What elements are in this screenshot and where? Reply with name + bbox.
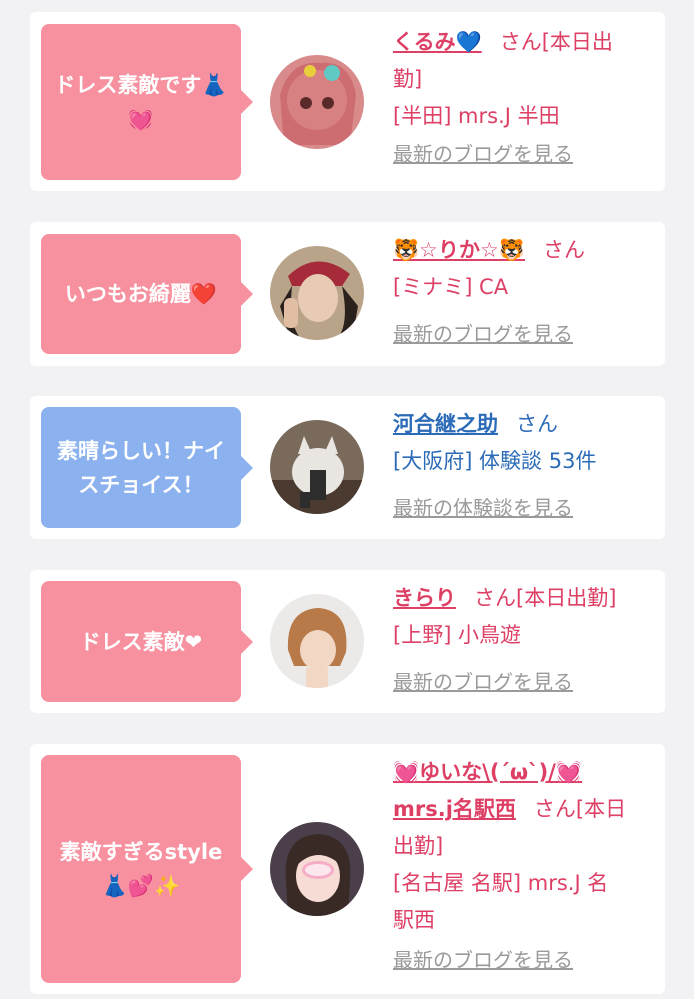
latest-blog-link[interactable]: 最新のブログを見る (393, 136, 657, 173)
avatar[interactable] (270, 420, 364, 514)
avatar[interactable] (270, 594, 364, 688)
shop-area: [名古屋 名駅] mrs.J 名 (393, 871, 609, 895)
name-suffix: さん[本日出 (499, 30, 613, 54)
avatar[interactable] (270, 246, 364, 340)
info-panel: 河合継之助 さん [大阪府] 体験談 53件 最新の体験談を見る (393, 406, 657, 527)
latest-blog-link[interactable]: 最新のブログを見る (393, 316, 657, 353)
comment-bubble: ドレス素敵❤ (41, 581, 253, 702)
girl-name-link[interactable]: 🐯☆りか☆🐯 (393, 238, 525, 262)
info-panel: くるみ💙 さん[本日出 勤] [半田] mrs.J 半田 最新のブログを見る (393, 24, 657, 173)
avatar-image (270, 822, 364, 916)
comment-text: 素晴らしい！ナイスチョイス！ (57, 438, 225, 497)
name-suffix: さん (516, 412, 558, 436)
comment-bubble: いつもお綺麗❤️ (41, 234, 253, 354)
latest-blog-link[interactable]: 最新のブログを見る (393, 942, 657, 979)
name-suffix-cont: 勤] (393, 67, 423, 91)
info-panel: 🐯☆りか☆🐯 さん [ミナミ] CA 最新のブログを見る (393, 232, 657, 353)
review-card: ドレス素敵です👗💓 くるみ💙 さん[本日出 勤] [半田] mrs.J 半田 最新… (30, 12, 665, 191)
name-suffix: さん (542, 238, 585, 262)
comment-bubble: ドレス素敵です👗💓 (41, 24, 253, 180)
review-card: 素晴らしい！ナイスチョイス！ 河合継之助 さん [大阪府] 体験談 53件 最新の… (30, 396, 665, 539)
comment-text: ドレス素敵❤ (79, 629, 203, 654)
comment-text: 素敵すぎるstyle👗💕✨ (59, 840, 223, 898)
latest-review-link[interactable]: 最新の体験談を見る (393, 490, 657, 527)
review-card: いつもお綺麗❤️ 🐯☆りか☆🐯 さん [ミナミ] CA 最新のブログを見る (30, 222, 665, 366)
info-panel: 💓ゆいな\(´ω`)/💓 mrs.j名駅西 さん[本日 出勤] [名古屋 名駅] … (393, 754, 657, 979)
review-card: 素敵すぎるstyle👗💕✨ 💓ゆいな\(´ω`)/💓 mrs.j名駅西 さん[本日… (30, 744, 665, 994)
avatar-image (270, 246, 364, 340)
shop-area: [半田] mrs.J 半田 (393, 104, 560, 128)
avatar-image (270, 420, 364, 514)
name-suffix-cont: 出勤] (393, 834, 444, 858)
shop-area-cont: 駅西 (393, 908, 435, 932)
avatar[interactable] (270, 55, 364, 149)
comment-bubble: 素敵すぎるstyle👗💕✨ (41, 755, 253, 983)
comment-bubble: 素晴らしい！ナイスチョイス！ (41, 407, 253, 528)
shop-area: [上野] 小鳥遊 (393, 623, 522, 647)
name-suffix: さん[本日 (533, 797, 627, 821)
comment-text: いつもお綺麗❤️ (64, 282, 218, 306)
reviewer-area: [大阪府] 体験談 53件 (393, 449, 597, 473)
review-card: ドレス素敵❤ きらり さん[本日出勤] [上野] 小鳥遊 最新のブログを見る (30, 570, 665, 713)
comment-text: ドレス素敵です👗💓 (54, 73, 228, 131)
avatar[interactable] (270, 822, 364, 916)
girl-name-link-cont[interactable]: mrs.j名駅西 (393, 797, 516, 821)
avatar-image (270, 594, 364, 688)
name-suffix: さん[本日出勤] (474, 586, 617, 610)
reviewer-name-link[interactable]: 河合継之助 (393, 412, 498, 436)
info-panel: きらり さん[本日出勤] [上野] 小鳥遊 最新のブログを見る (393, 580, 657, 701)
girl-name-link[interactable]: きらり (393, 586, 456, 610)
girl-name-link[interactable]: くるみ💙 (393, 30, 482, 54)
girl-name-link[interactable]: 💓ゆいな\(´ω`)/💓 (393, 760, 582, 784)
latest-blog-link[interactable]: 最新のブログを見る (393, 664, 657, 701)
avatar-image (270, 55, 364, 149)
shop-area: [ミナミ] CA (393, 275, 509, 299)
